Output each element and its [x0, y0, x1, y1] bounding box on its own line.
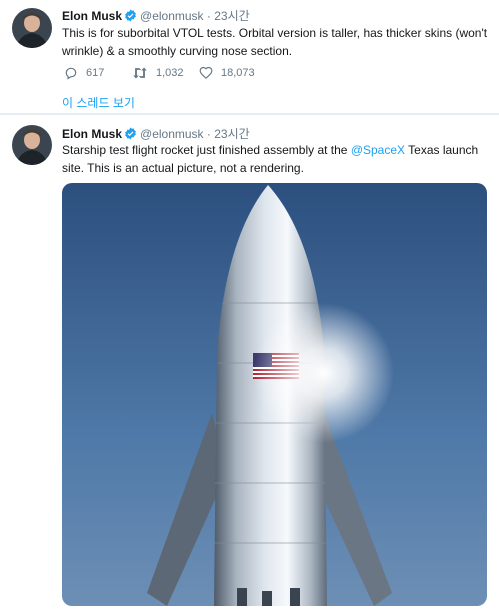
avatar[interactable]: [12, 8, 52, 48]
like-icon: [199, 66, 213, 80]
tweet-timestamp[interactable]: 23시간: [214, 127, 249, 141]
separator-dot: ·: [206, 9, 211, 23]
author-handle[interactable]: @elonmusk: [140, 127, 204, 141]
retweet-icon: [132, 66, 148, 80]
tweet-2[interactable]: Elon Musk @elonmusk · 23시간 Starship test …: [0, 114, 499, 616]
mention-link[interactable]: @SpaceX: [351, 143, 405, 157]
like-count: 18,073: [221, 67, 255, 79]
author-handle[interactable]: @elonmusk: [140, 9, 204, 23]
tweet-1[interactable]: Elon Musk @elonmusk · 23시간 This is for su…: [0, 0, 499, 114]
show-thread-link[interactable]: 이 스레드 보기: [62, 94, 135, 111]
retweet-count: 1,032: [156, 67, 184, 79]
retweet-button[interactable]: 1,032: [132, 66, 184, 80]
tweet-text: This is for suborbital VTOL tests. Orbit…: [62, 26, 488, 58]
reply-count: 617: [86, 67, 105, 79]
separator-dot: ·: [206, 127, 211, 141]
tweet-photo[interactable]: [62, 183, 487, 606]
author-name[interactable]: Elon Musk: [62, 127, 122, 141]
avatar[interactable]: [12, 125, 52, 165]
like-button[interactable]: 18,073: [199, 66, 255, 80]
tweet-text-part: Starship test flight rocket just finishe…: [62, 143, 351, 157]
reply-button[interactable]: 617: [64, 66, 104, 80]
verified-badge-icon: [124, 9, 137, 25]
tweet-timestamp[interactable]: 23시간: [214, 9, 249, 23]
tweet-header: Elon Musk @elonmusk · 23시간: [62, 7, 250, 25]
tweet-text: Starship test flight rocket just finishe…: [62, 141, 492, 177]
author-name[interactable]: Elon Musk: [62, 9, 122, 23]
reply-icon: [64, 66, 78, 80]
